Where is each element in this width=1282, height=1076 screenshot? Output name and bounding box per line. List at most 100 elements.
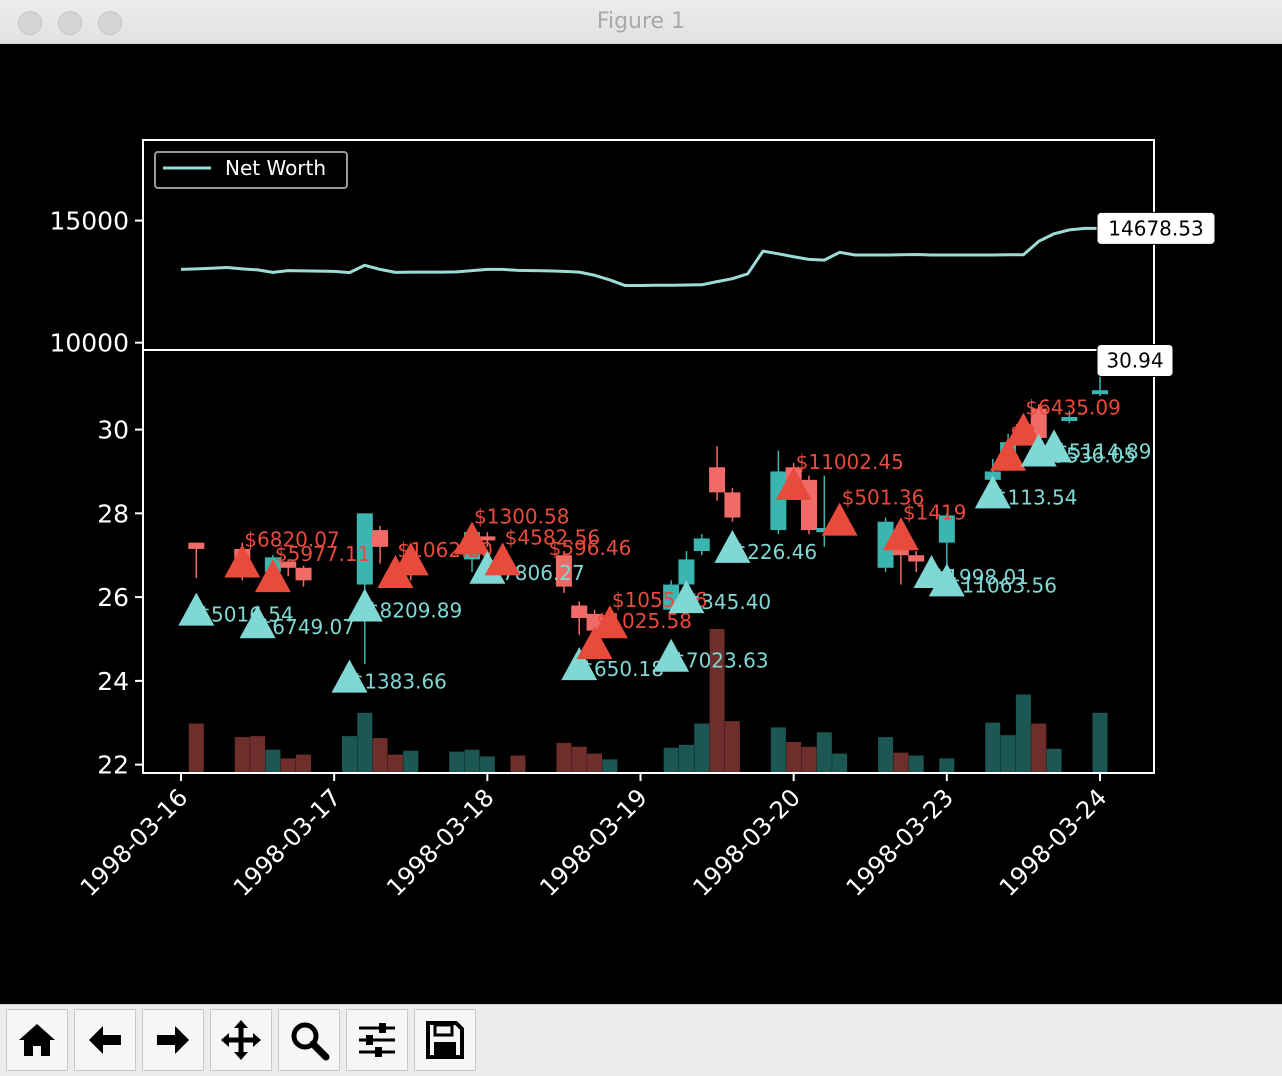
buy-trade-label: $1383.66 [351, 670, 446, 694]
volume-bar [878, 737, 894, 772]
candle-body [295, 567, 312, 581]
volume-bar [510, 755, 526, 772]
volume-bar [250, 736, 266, 772]
figure-canvas[interactable]: 10000 15000 Net Worth 14678.53 22 24 26 28 30 $50… [3, 44, 1279, 1004]
buy-trade-label: $226.46 [734, 540, 817, 564]
volume-bar [724, 721, 740, 772]
volume-bar [403, 750, 419, 772]
candle-body [1092, 390, 1108, 395]
figure-window: Figure 1 10000 15000 Net Worth 14678.53 22 24… [0, 0, 1282, 1076]
floppy-disk-icon [426, 1021, 464, 1059]
volume-bar [770, 727, 786, 772]
zoom-button[interactable] [278, 1009, 340, 1071]
volume-bar [449, 751, 465, 772]
legend-label: Net Worth [225, 156, 326, 180]
magnifier-icon [291, 1022, 330, 1061]
home-button[interactable] [6, 1009, 68, 1071]
trading-chart: 1000015000Net Worth14678.532224262830$50… [49, 139, 1216, 902]
volume-bar [387, 754, 403, 772]
volume-bar [234, 737, 250, 772]
net-worth-y-tick-label: 15000 [49, 207, 129, 236]
volume-bar [678, 744, 694, 772]
volume-bar [188, 723, 204, 772]
volume-bar [372, 738, 388, 772]
volume-bar [1031, 723, 1047, 772]
x-tick-label: 1998-03-24 [994, 783, 1112, 901]
price-y-tick-label: 26 [97, 583, 129, 612]
volume-bar [1092, 712, 1108, 772]
volume-bar [280, 758, 296, 772]
configure-subplots-button[interactable] [346, 1009, 408, 1071]
volume-bar [816, 732, 832, 772]
volume-bar [1015, 694, 1031, 772]
sell-trade-label: $1419 [903, 500, 967, 524]
volume-bar [786, 741, 802, 772]
volume-bar [479, 756, 495, 772]
sliders-icon [359, 1023, 395, 1057]
volume-bars [188, 629, 1108, 772]
candle-body [709, 467, 726, 493]
net-worth-series-line [180, 226, 1101, 288]
volume-bar [663, 747, 679, 772]
buy-trade-label: $11063.56 [949, 573, 1057, 597]
volume-bar [265, 749, 281, 772]
candle-body [693, 538, 710, 552]
arrow-right-icon [157, 1026, 189, 1054]
candle-body [770, 471, 787, 531]
buy-trade-label: $113.54 [995, 485, 1078, 509]
x-tick-label: 1998-03-20 [687, 783, 805, 901]
sell-trade-label: $596.46 [549, 536, 632, 560]
move-icon [221, 1020, 261, 1060]
volume-bar [571, 746, 587, 772]
buy-trade-label: $5114.89 [1056, 439, 1151, 463]
trade-markers: $5016.54$6820.07$6749.07$5977.11$1383.66… [178, 396, 1151, 694]
price-y-tick-label: 28 [97, 499, 129, 528]
volume-bar [908, 755, 924, 772]
volume-bar [357, 712, 373, 772]
price-last-value: 30.94 [1106, 348, 1163, 372]
price-y-tick-label: 30 [97, 416, 129, 445]
volume-bar [556, 742, 572, 772]
volume-bar [1000, 735, 1016, 772]
x-tick-label: 1998-03-17 [228, 783, 346, 901]
volume-bar [464, 749, 480, 772]
price-y-tick-label: 22 [97, 751, 129, 780]
buy-trade-label: $7023.63 [673, 649, 768, 673]
pan-button[interactable] [210, 1009, 272, 1071]
volume-bar [985, 722, 1001, 772]
volume-bar [341, 736, 357, 772]
net-worth-last-value: 14678.53 [1108, 216, 1203, 240]
volume-bar [694, 723, 710, 772]
volume-bar [602, 759, 618, 772]
sell-trade-label: $11002.45 [796, 450, 904, 474]
candle-body [188, 542, 205, 549]
volume-bar [296, 754, 312, 772]
volume-bar [801, 746, 817, 772]
home-icon [19, 1024, 55, 1056]
x-tick-label: 1998-03-18 [381, 783, 499, 901]
price-last-value-badge: 30.94 [1096, 343, 1174, 377]
volume-bar [893, 752, 909, 772]
forward-button[interactable] [142, 1009, 204, 1071]
candle-body [908, 555, 925, 562]
arrow-left-icon [89, 1026, 121, 1054]
volume-bar [1046, 748, 1062, 772]
x-tick-label: 1998-03-23 [841, 783, 959, 901]
sell-trade-label: $6435.09 [1025, 396, 1120, 420]
buy-trade-label: $345.40 [688, 590, 771, 614]
sell-trade-label: $5977.11 [275, 542, 370, 566]
volume-bar [939, 758, 955, 772]
candle-body [571, 605, 588, 619]
title-bar: Figure 1 [0, 0, 1282, 44]
x-tick-label: 1998-03-16 [75, 783, 193, 901]
back-button[interactable] [74, 1009, 136, 1071]
price-y-tick-label: 24 [97, 667, 129, 696]
volume-bar [587, 753, 603, 772]
buy-trade-label: $650.18 [581, 657, 664, 681]
window-title: Figure 1 [596, 9, 686, 34]
candle-body [724, 492, 741, 518]
save-button[interactable] [414, 1009, 476, 1071]
net-worth-y-tick-label: 10000 [49, 329, 129, 358]
x-tick-label: 1998-03-19 [534, 783, 652, 901]
buy-trade-label: $6749.07 [260, 615, 355, 639]
